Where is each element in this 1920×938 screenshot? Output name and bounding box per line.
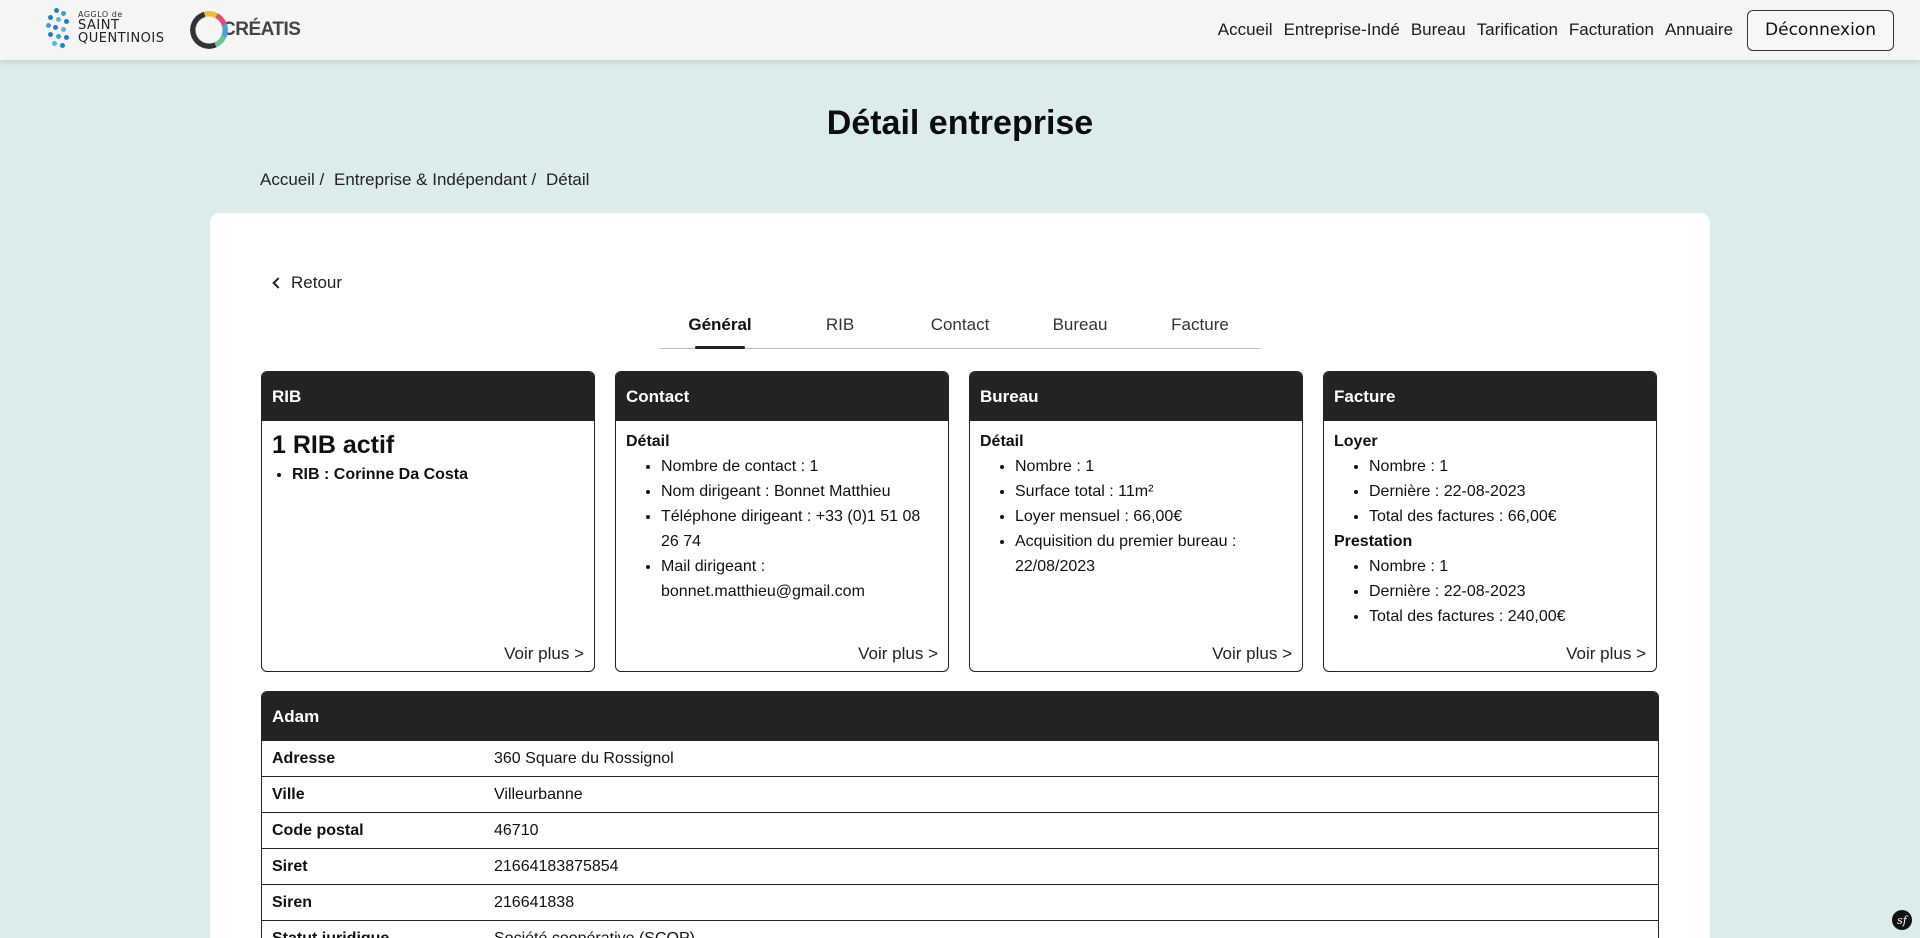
bureau-detail-list: Nombre : 1 Surface total : 11m² Loyer me…	[980, 454, 1292, 579]
tab-general[interactable]: Général	[660, 313, 780, 349]
symfony-toolbar-icon[interactable]: sf	[1892, 910, 1912, 930]
facture-see-more-link[interactable]: Voir plus >	[1566, 644, 1646, 664]
list-item: Téléphone dirigeant : +33 (0)1 51 08 26 …	[661, 504, 938, 554]
back-button[interactable]: Retour	[272, 273, 343, 293]
row-value: 46710	[494, 821, 539, 839]
row-value: 21664183875854	[494, 857, 619, 875]
creatis-logo-text: CRÉATIS	[222, 19, 301, 40]
row-label: Ville	[272, 785, 305, 803]
table-row: Siren 216641838	[262, 885, 1658, 921]
table-row: Siret 21664183875854	[262, 849, 1658, 885]
list-item: Total des factures : 240,00€	[1369, 604, 1646, 629]
list-item: Surface total : 11m²	[1015, 479, 1292, 504]
detail-card: Retour Général RIB Contact Bureau Factur…	[210, 213, 1710, 938]
bureau-box-title: Bureau	[970, 372, 1302, 421]
row-value: Villeurbanne	[494, 785, 583, 803]
nav-entreprise-inde[interactable]: Entreprise-Indé	[1284, 20, 1400, 40]
rib-list-item: RIB : Corinne Da Costa	[292, 466, 594, 484]
main-nav: Accueil Entreprise-Indé Bureau Tarificat…	[1207, 9, 1894, 51]
bureau-detail-heading: Détail	[980, 433, 1024, 450]
table-row: Adresse 360 Square du Rossignol	[262, 741, 1658, 777]
creatis-ring-icon	[190, 11, 228, 49]
table-row: Code postal 46710	[262, 813, 1658, 849]
tab-rib[interactable]: RIB	[780, 313, 900, 348]
row-label: Adresse	[272, 749, 336, 767]
breadcrumb: Accueil / Entreprise & Indépendant / Dét…	[260, 170, 594, 190]
list-item: Loyer mensuel : 66,00€	[1015, 504, 1292, 529]
nav-tarification[interactable]: Tarification	[1477, 20, 1558, 40]
list-item: Nombre de contact : 1	[661, 454, 938, 479]
loyer-heading: Loyer	[1334, 433, 1378, 450]
agglo-logo-line3: QUENTINOIS	[78, 31, 165, 46]
tab-bureau[interactable]: Bureau	[1020, 313, 1140, 348]
facture-summary-box: Facture Loyer Nombre : 1 Dernière : 22-0…	[1323, 371, 1657, 672]
prestation-list: Nombre : 1 Dernière : 22-08-2023 Total d…	[1334, 554, 1646, 629]
rib-see-more-link[interactable]: Voir plus >	[504, 644, 584, 664]
row-value: Société coopérative (SCOP)	[494, 929, 695, 938]
bureau-summary-box: Bureau Détail Nombre : 1 Surface total :…	[969, 371, 1303, 672]
rib-summary-box: RIB 1 RIB actif RIB : Corinne Da Costa V…	[261, 371, 595, 672]
nav-annuaire[interactable]: Annuaire	[1665, 20, 1733, 40]
table-row: Statut juridique Société coopérative (SC…	[262, 921, 1658, 938]
list-item: Dernière : 22-08-2023	[1369, 479, 1646, 504]
chevron-left-icon	[272, 277, 284, 289]
rib-list: RIB : Corinne Da Costa	[262, 466, 594, 484]
list-item: Nom dirigeant : Bonnet Matthieu	[661, 479, 938, 504]
back-label: Retour	[291, 273, 343, 292]
list-item: Nombre : 1	[1369, 454, 1646, 479]
row-label: Statut juridique	[272, 929, 390, 938]
agglo-logo-text: AGGLO de SAINT QUENTINOIS	[78, 11, 165, 46]
contact-detail-list: Nombre de contact : 1 Nom dirigeant : Bo…	[626, 454, 938, 604]
tab-facture[interactable]: Facture	[1140, 313, 1260, 348]
list-item: Nombre : 1	[1369, 554, 1646, 579]
list-item: Dernière : 22-08-2023	[1369, 579, 1646, 604]
tab-contact[interactable]: Contact	[900, 313, 1020, 348]
row-value: 216641838	[494, 893, 575, 911]
contact-summary-box: Contact Détail Nombre de contact : 1 Nom…	[615, 371, 949, 672]
loyer-list: Nombre : 1 Dernière : 22-08-2023 Total d…	[1334, 454, 1646, 529]
list-item: Nombre : 1	[1015, 454, 1292, 479]
nav-facturation[interactable]: Facturation	[1569, 20, 1654, 40]
row-label: Code postal	[272, 821, 364, 839]
prestation-heading: Prestation	[1334, 533, 1413, 550]
table-row: Ville Villeurbanne	[262, 777, 1658, 813]
breadcrumb-entreprise[interactable]: Entreprise & Indépendant /	[334, 170, 536, 189]
contact-box-title: Contact	[616, 372, 948, 421]
row-label: Siret	[272, 857, 308, 875]
company-name: Adam	[262, 692, 1658, 741]
nav-bureau[interactable]: Bureau	[1411, 20, 1466, 40]
list-item: Mail dirigeant : bonnet.matthieu@gmail.c…	[661, 554, 938, 604]
breadcrumb-detail: Détail	[545, 170, 590, 189]
company-detail-table: Adam Adresse 360 Square du Rossignol Vil…	[261, 691, 1659, 938]
top-navbar: AGGLO de SAINT QUENTINOIS CRÉATIS Accuei…	[0, 0, 1920, 60]
creatis-logo[interactable]: CRÉATIS	[190, 10, 301, 50]
contact-detail-heading: Détail	[626, 433, 670, 450]
breadcrumb-accueil[interactable]: Accueil /	[260, 170, 324, 189]
page-title: Détail entreprise	[826, 104, 1094, 142]
agglo-logo-icon	[44, 6, 74, 50]
nav-accueil[interactable]: Accueil	[1218, 20, 1273, 40]
agglo-logo[interactable]: AGGLO de SAINT QUENTINOIS	[44, 4, 166, 52]
bureau-see-more-link[interactable]: Voir plus >	[1212, 644, 1292, 664]
row-label: Siren	[272, 893, 313, 911]
logout-button[interactable]: Déconnexion	[1747, 9, 1894, 51]
list-item: Total des factures : 66,00€	[1369, 504, 1646, 529]
rib-count: 1 RIB actif	[272, 431, 395, 459]
contact-see-more-link[interactable]: Voir plus >	[858, 644, 938, 664]
tab-bar: Général RIB Contact Bureau Facture	[660, 313, 1260, 349]
row-value: 360 Square du Rossignol	[494, 749, 674, 767]
list-item: Acquisition du premier bureau : 22/08/20…	[1015, 529, 1292, 579]
facture-box-title: Facture	[1324, 372, 1656, 421]
rib-box-title: RIB	[262, 372, 594, 421]
